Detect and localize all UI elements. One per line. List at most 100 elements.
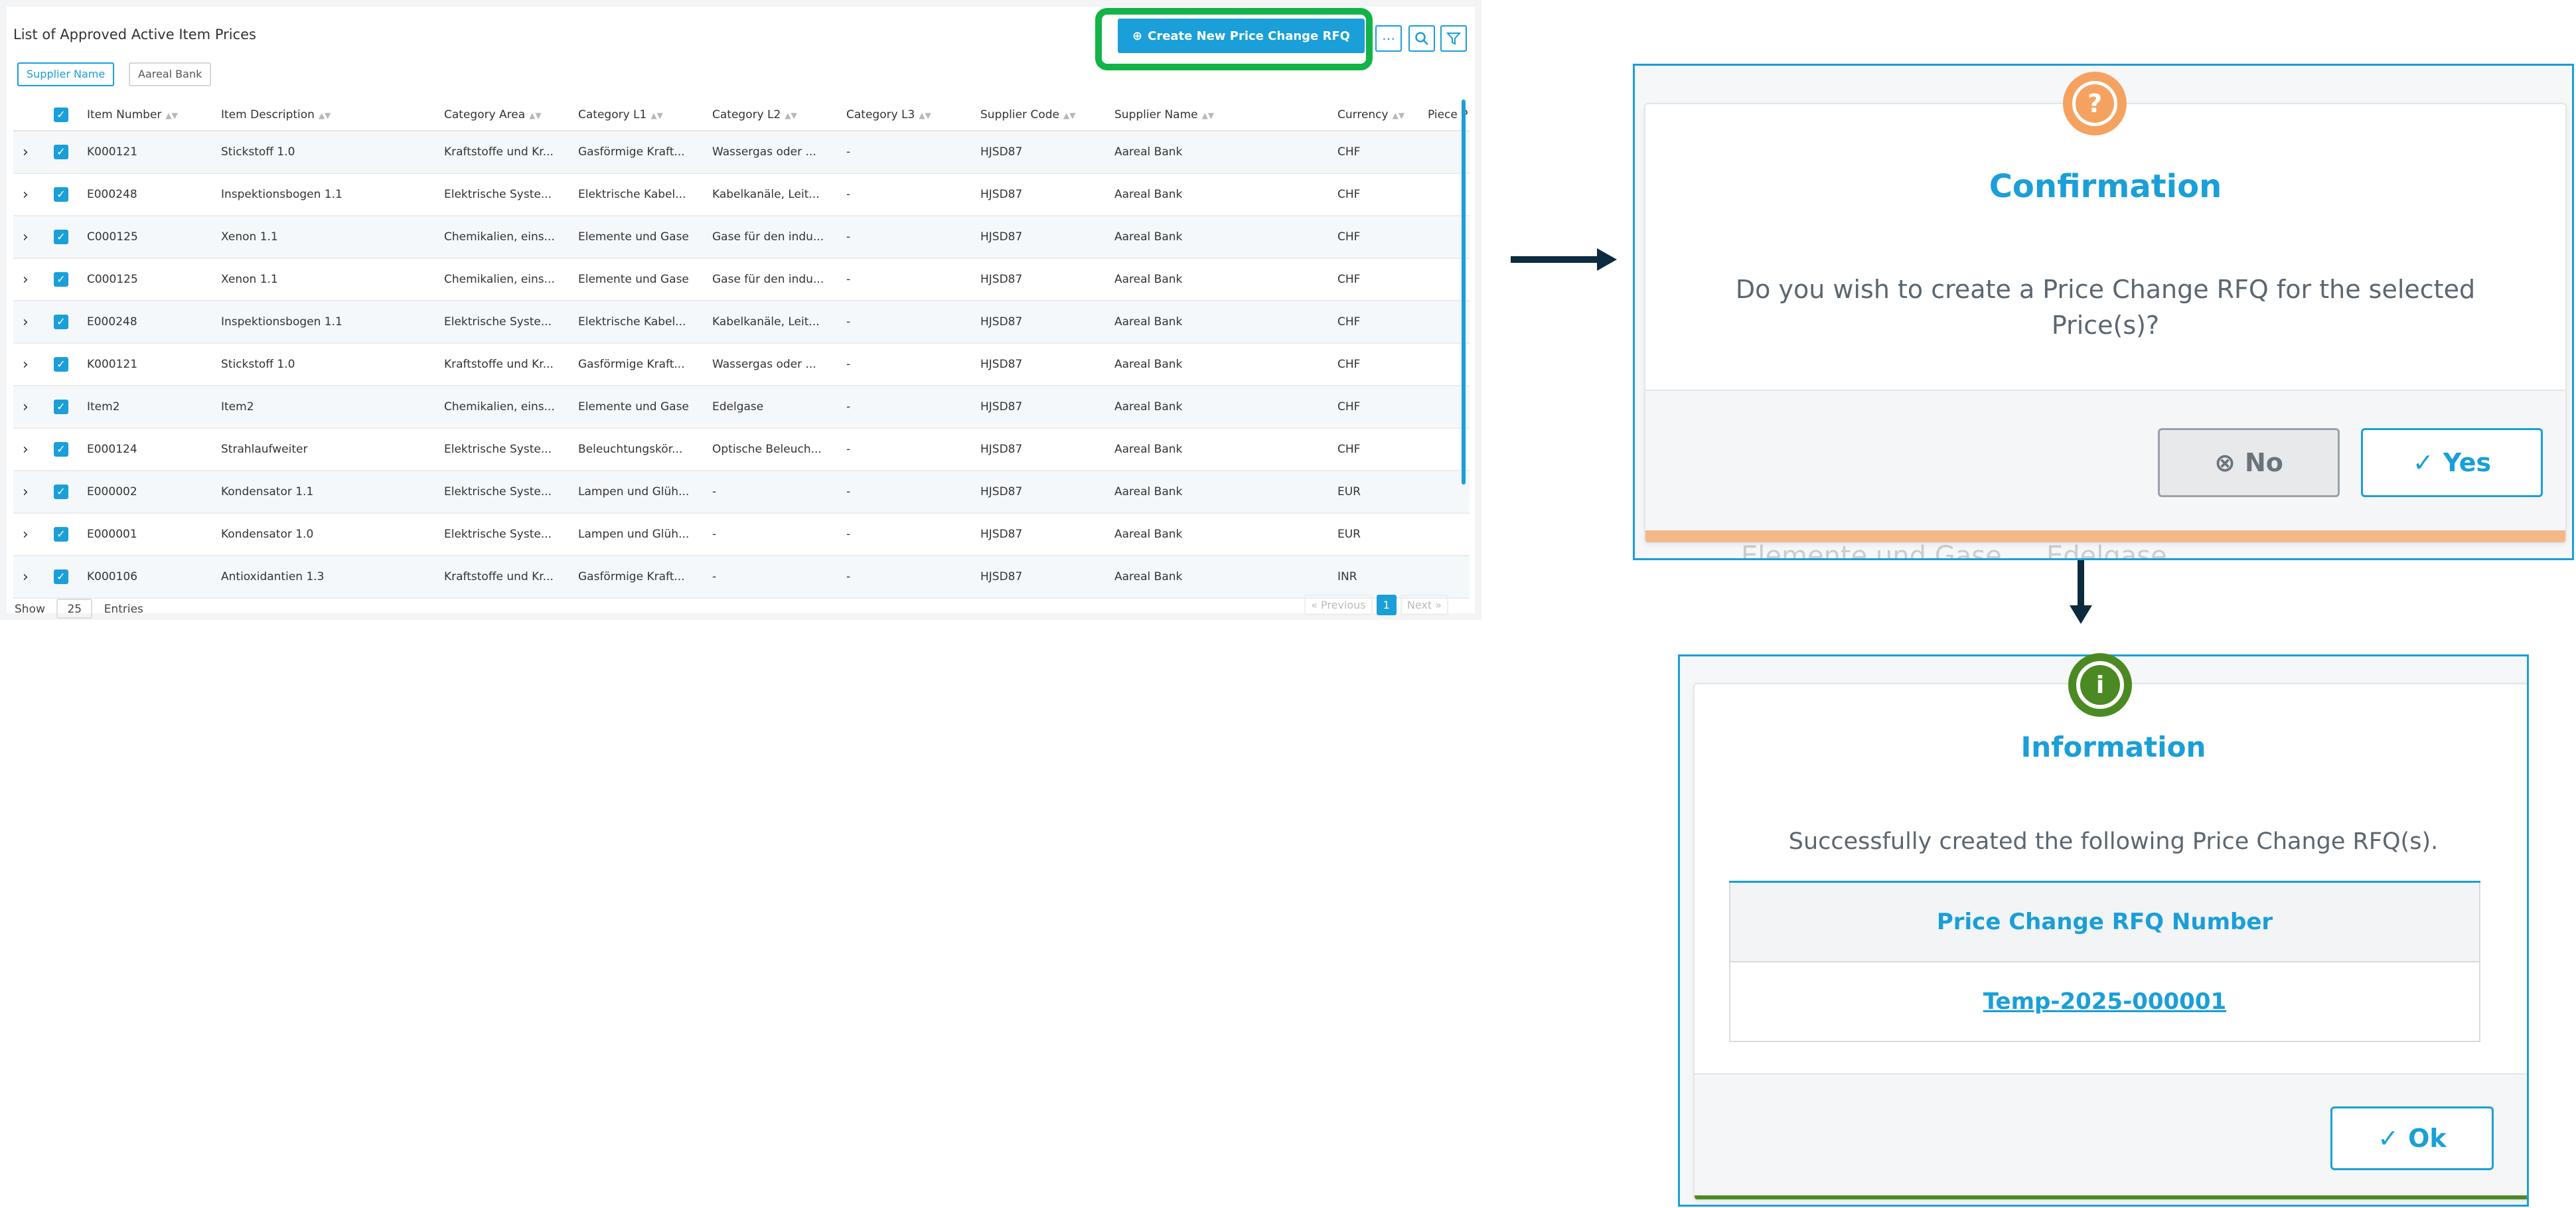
- table-cell: Kabelkanäle, Leit...: [712, 173, 846, 216]
- more-options-button[interactable]: ⋯: [1375, 25, 1402, 52]
- table-cell: Xenon 1.1: [220, 258, 443, 301]
- search-button[interactable]: [1408, 25, 1435, 52]
- column-header-category-l2[interactable]: Category L2 ▲▼: [712, 100, 846, 131]
- rfq-number-column-header: Price Change RFQ Number: [1729, 881, 2480, 962]
- expand-row-icon[interactable]: ›: [13, 258, 53, 301]
- table-row[interactable]: › ✓ C000125 Xenon 1.1 Chemikalien, eins... El…: [13, 216, 1470, 259]
- previous-page-button[interactable]: « Previous: [1304, 595, 1373, 615]
- table-cell: [1427, 513, 1470, 556]
- table-row[interactable]: › ✓ E000248 Inspektionsbogen 1.1 Elektrische…: [13, 301, 1470, 344]
- row-checkbox[interactable]: ✓: [53, 556, 86, 599]
- table-cell: Kraftstoffe und Kr...: [443, 131, 577, 174]
- column-header-category-area[interactable]: Category Area ▲▼: [443, 100, 577, 131]
- table-row[interactable]: › ✓ K000121 Stickstoff 1.0 Kraftstoffe und K…: [13, 343, 1470, 386]
- flow-arrow-down: [2078, 559, 2084, 611]
- expand-row-icon[interactable]: ›: [13, 173, 53, 216]
- flow-arrow-right: [1511, 256, 1604, 263]
- more-icon: ⋯: [1382, 31, 1395, 46]
- table-row[interactable]: › ✓ E000002 Kondensator 1.1 Elektrische Syst…: [13, 471, 1470, 514]
- expand-row-icon[interactable]: ›: [13, 428, 53, 471]
- expand-row-icon[interactable]: ›: [13, 343, 53, 386]
- table-cell: Wassergas oder ...: [712, 343, 846, 386]
- filter-chip-supplier-name[interactable]: Supplier Name: [17, 62, 115, 86]
- row-checkbox[interactable]: ✓: [53, 216, 86, 259]
- flow-arrow-right-head: [1597, 248, 1617, 271]
- no-button[interactable]: ⊗ No: [2158, 428, 2340, 497]
- table-cell: C000125: [86, 258, 220, 301]
- table-row[interactable]: › ✓ C000125 Xenon 1.1 Chemikalien, eins... El…: [13, 258, 1470, 301]
- expand-row-icon[interactable]: ›: [13, 216, 53, 259]
- row-checkbox[interactable]: ✓: [53, 301, 86, 344]
- expand-row-icon[interactable]: ›: [13, 301, 53, 344]
- select-all-checkbox[interactable]: ✓: [53, 100, 86, 131]
- check-circle-icon: ✓: [2378, 1124, 2399, 1153]
- row-checkbox[interactable]: ✓: [53, 343, 86, 386]
- table-cell: Elektrische Syste...: [443, 173, 577, 216]
- table-row[interactable]: › ✓ E000248 Inspektionsbogen 1.1 Elektrische…: [13, 173, 1470, 216]
- row-checkbox[interactable]: ✓: [53, 428, 86, 471]
- table-cell: HJSD87: [980, 301, 1114, 344]
- table-cell: K000121: [86, 131, 220, 174]
- column-header-category-l3[interactable]: Category L3 ▲▼: [846, 100, 980, 131]
- information-screenshot-frame: Information Successfully created the fol…: [1678, 654, 2529, 1207]
- dialog-accent-stripe: [1695, 1195, 2527, 1199]
- column-header-category-l1[interactable]: Category L1 ▲▼: [577, 100, 712, 131]
- table-cell: HJSD87: [980, 386, 1114, 429]
- table-cell: -: [846, 301, 980, 344]
- table-cell: Aareal Bank: [1114, 131, 1337, 174]
- table-cell: [1427, 556, 1470, 599]
- table-cell: Kraftstoffe und Kr...: [443, 556, 577, 599]
- table-row[interactable]: › ✓ E000001 Kondensator 1.0 Elektrische Syst…: [13, 513, 1470, 556]
- ok-button[interactable]: ✓ Ok: [2330, 1106, 2494, 1170]
- expand-row-icon[interactable]: ›: [13, 556, 53, 599]
- row-checkbox[interactable]: ✓: [53, 471, 86, 514]
- column-header-currency[interactable]: Currency ▲▼: [1337, 100, 1427, 131]
- create-button-label: Create New Price Change RFQ: [1148, 29, 1350, 43]
- checkbox-checked-icon: ✓: [54, 442, 68, 457]
- table-cell: Aareal Bank: [1114, 258, 1337, 301]
- row-checkbox[interactable]: ✓: [53, 258, 86, 301]
- table-cell: CHF: [1337, 216, 1427, 259]
- rfq-number-link[interactable]: Temp-2025-000001: [1983, 988, 2226, 1015]
- column-header-item-description[interactable]: Item Description ▲▼: [220, 100, 443, 131]
- table-cell: Item2: [220, 386, 443, 429]
- sort-icon: ▲▼: [919, 111, 931, 120]
- row-checkbox[interactable]: ✓: [53, 386, 86, 429]
- expand-row-icon[interactable]: ›: [13, 513, 53, 556]
- sort-icon: ▲▼: [1392, 111, 1405, 120]
- create-price-change-rfq-button[interactable]: ⊕ Create New Price Change RFQ: [1118, 19, 1365, 53]
- dialog-accent-stripe: [1645, 530, 2565, 542]
- entries-per-page-select[interactable]: 25: [56, 599, 93, 619]
- yes-button[interactable]: ✓ Yes: [2361, 428, 2543, 497]
- table-cell: -: [846, 216, 980, 259]
- column-header-item-number[interactable]: Item Number ▲▼: [86, 100, 220, 131]
- table-cell: CHF: [1337, 258, 1427, 301]
- table-cell: HJSD87: [980, 428, 1114, 471]
- expand-row-icon[interactable]: ›: [13, 131, 53, 174]
- table-scrollbar[interactable]: [1462, 100, 1466, 485]
- filter-button[interactable]: [1440, 25, 1467, 52]
- table-row[interactable]: › ✓ K000106 Antioxidantien 1.3 Kraftstoffe u…: [13, 556, 1470, 599]
- filter-chip-aareal-bank[interactable]: Aareal Bank: [129, 62, 212, 86]
- dialog-title: Confirmation: [1989, 168, 2222, 205]
- row-checkbox[interactable]: ✓: [53, 173, 86, 216]
- table-cell: E000001: [86, 513, 220, 556]
- expand-row-icon[interactable]: ›: [13, 471, 53, 514]
- expand-row-icon[interactable]: ›: [13, 386, 53, 429]
- table-cell: Elemente und Gase: [577, 258, 712, 301]
- page-1-button[interactable]: 1: [1376, 595, 1397, 615]
- column-header-supplier-name[interactable]: Supplier Name ▲▼: [1114, 100, 1337, 131]
- table-row[interactable]: › ✓ E000124 Strahlaufweiter Elektrische Syst…: [13, 428, 1470, 471]
- table-cell: -: [846, 556, 980, 599]
- next-page-button[interactable]: Next »: [1400, 595, 1448, 615]
- row-checkbox[interactable]: ✓: [53, 131, 86, 174]
- row-checkbox[interactable]: ✓: [53, 513, 86, 556]
- table-cell: -: [712, 513, 846, 556]
- dialog-footer: ⊗ No ✓ Yes: [1645, 390, 2565, 532]
- table-cell: Antioxidantien 1.3: [220, 556, 443, 599]
- table-row[interactable]: › ✓ Item2 Item2 Chemikalien, eins... Elemente…: [13, 386, 1470, 429]
- column-header-supplier-code[interactable]: Supplier Code ▲▼: [980, 100, 1114, 131]
- table-row[interactable]: › ✓ K000121 Stickstoff 1.0 Kraftstoffe und K…: [13, 131, 1470, 174]
- entries-selector: Show 25 Entries: [15, 599, 143, 619]
- table-cell: HJSD87: [980, 173, 1114, 216]
